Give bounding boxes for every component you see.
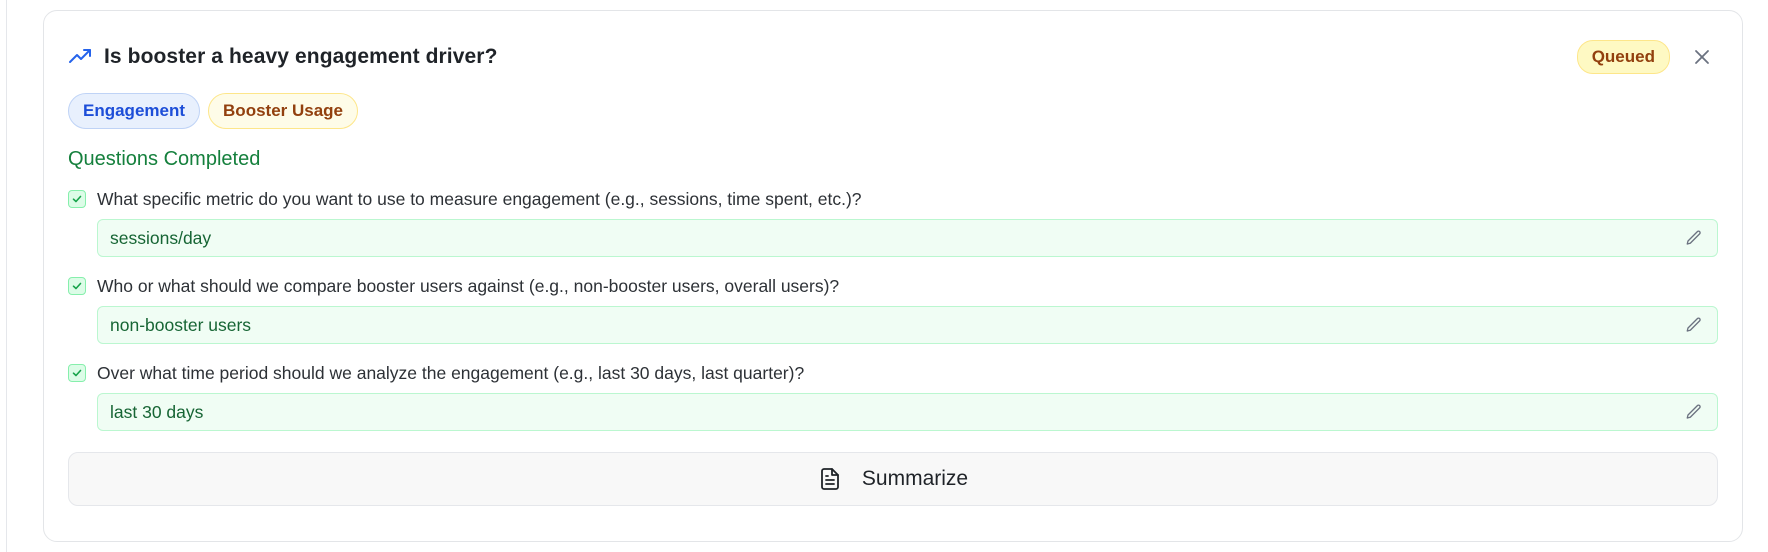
checkbox-checked-icon [68, 190, 86, 208]
question-item: Over what time period should we analyze … [68, 361, 1718, 431]
checkbox-checked-icon [68, 277, 86, 295]
summarize-label: Summarize [861, 467, 969, 490]
status-badge: Queued [1576, 40, 1670, 74]
question-text: Over what time period should we analyze … [97, 362, 805, 383]
section-title: Questions Completed [68, 148, 261, 170]
card-title: Is booster a heavy engagement driver? [104, 45, 498, 68]
trending-up-icon [68, 45, 92, 69]
document-icon [818, 467, 842, 491]
card-header: Is booster a heavy engagement driver? Qu… [68, 40, 1718, 74]
edit-pencil-icon[interactable] [1683, 401, 1705, 423]
checkbox-checked-icon [68, 364, 86, 382]
tag-booster-usage: Booster Usage [208, 93, 359, 129]
summarize-button[interactable]: Summarize [68, 452, 1718, 506]
answer-field: sessions/day [97, 219, 1718, 257]
left-panel-divider [6, 0, 7, 552]
question-item: Who or what should we compare booster us… [68, 274, 1718, 344]
answer-text: non-booster users [110, 314, 252, 335]
question-text: What specific metric do you want to use … [97, 188, 862, 209]
answer-text: sessions/day [110, 227, 212, 248]
question-text: Who or what should we compare booster us… [97, 275, 840, 296]
answer-field: last 30 days [97, 393, 1718, 431]
analysis-card: Is booster a heavy engagement driver? Qu… [43, 10, 1743, 542]
answer-text: last 30 days [110, 401, 204, 422]
tag-list: Engagement Booster Usage [68, 93, 1718, 129]
close-button[interactable] [1686, 41, 1718, 73]
edit-pencil-icon[interactable] [1683, 314, 1705, 336]
edit-pencil-icon[interactable] [1683, 227, 1705, 249]
question-item: What specific metric do you want to use … [68, 187, 1718, 257]
answer-field: non-booster users [97, 306, 1718, 344]
close-icon [1695, 50, 1709, 64]
tag-engagement: Engagement [68, 93, 201, 129]
